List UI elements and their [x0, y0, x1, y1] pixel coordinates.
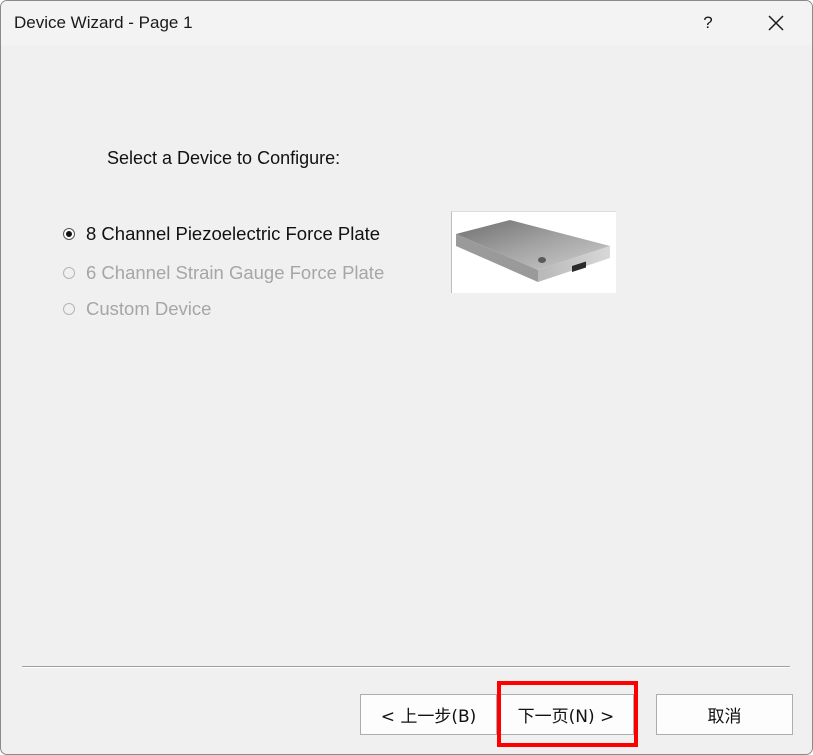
- radio-option-custom: Custom Device: [63, 298, 211, 320]
- radio-label: 8 Channel Piezoelectric Force Plate: [86, 223, 381, 244]
- back-button[interactable]: < 上一步(B): [360, 694, 497, 735]
- wizard-content: Select a Device to Configure: 8 Channel …: [1, 45, 812, 754]
- page-prompt: Select a Device to Configure:: [107, 148, 341, 168]
- force-plate-icon: [456, 220, 610, 282]
- footer-separator: [22, 666, 790, 668]
- device-wizard-window: Device Wizard - Page 1 ? Select a Device…: [0, 0, 813, 755]
- radio-label: 6 Channel Strain Gauge Force Plate: [86, 262, 385, 283]
- radio-button-disabled: [63, 267, 75, 279]
- close-button[interactable]: [753, 1, 799, 45]
- cancel-button[interactable]: 取消: [656, 694, 793, 735]
- help-icon: ?: [703, 13, 713, 32]
- title-bar: Device Wizard - Page 1 ?: [1, 1, 812, 45]
- close-icon: [768, 15, 784, 31]
- help-button[interactable]: ?: [685, 1, 731, 45]
- radio-dot-icon: [66, 231, 72, 237]
- next-button[interactable]: 下一页(N) >: [498, 694, 634, 735]
- radio-option-piezoelectric[interactable]: 8 Channel Piezoelectric Force Plate: [63, 223, 380, 245]
- force-plate-image: [451, 211, 616, 293]
- radio-button-disabled: [63, 303, 75, 315]
- radio-option-strain-gauge: 6 Channel Strain Gauge Force Plate: [63, 262, 384, 284]
- window-title: Device Wizard - Page 1: [14, 13, 193, 32]
- radio-label: Custom Device: [86, 298, 212, 319]
- radio-button-selected[interactable]: [63, 228, 75, 240]
